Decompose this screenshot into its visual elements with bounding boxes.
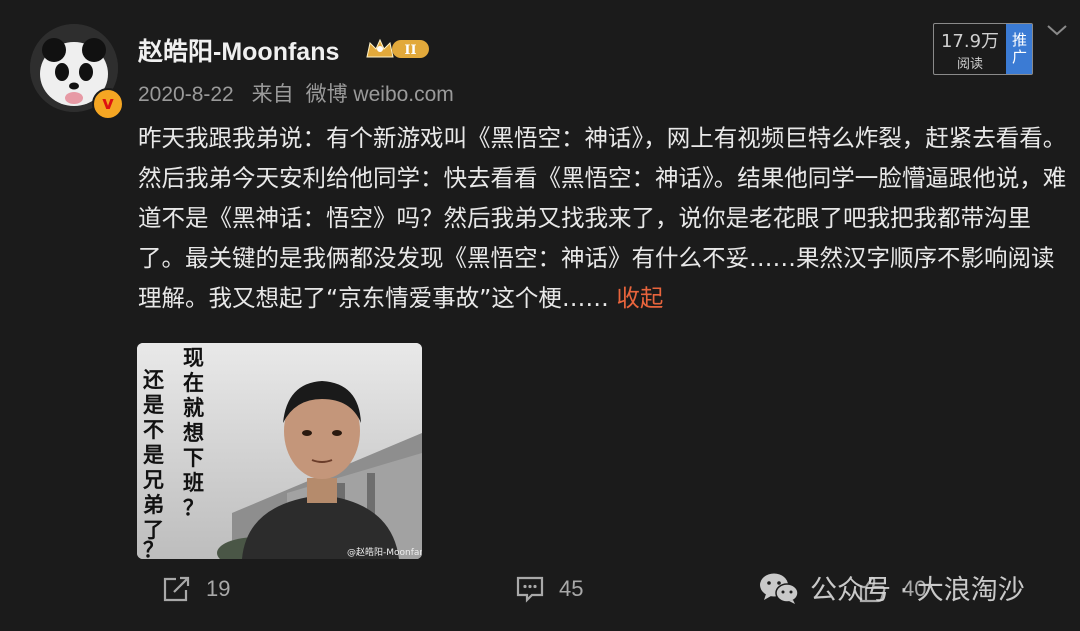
wechat-icon <box>760 573 799 604</box>
promote-button[interactable]: 推广 <box>1006 24 1032 74</box>
post-meta: 2020-8-22 来自 微博 weibo.com <box>138 78 466 108</box>
level-text: II <box>404 43 416 58</box>
read-count: 17.9万 <box>940 31 1000 52</box>
author-name[interactable]: 赵皓阳-Moonfans <box>138 32 339 68</box>
member-level-icon[interactable]: II <box>365 36 431 62</box>
post-text: 昨天我跟我弟说：有个新游戏叫《黑悟空：神话》，网上有视频巨特么炸裂，赶紧去看看。… <box>138 118 1073 318</box>
image-caption-right: 现在就想下班？ <box>183 345 204 520</box>
source-prefix: 来自 <box>251 83 294 106</box>
share-count: 19 <box>206 576 231 601</box>
post-source: 微博 weibo.com <box>305 83 454 106</box>
post-image[interactable]: 现在就想下班？ 还是不是兄弟了？ @赵皓阳-Moonfans <box>137 343 422 559</box>
post-date[interactable]: 2020-8-22 <box>138 83 234 106</box>
wechat-watermark: 公众号 · 大浪淘沙 <box>758 568 1025 607</box>
share-icon <box>163 576 190 602</box>
comment-button[interactable]: 45 <box>515 575 583 603</box>
chevron-down-icon[interactable] <box>1045 22 1069 38</box>
post-body: 昨天我跟我弟说：有个新游戏叫《黑悟空：神话》，网上有视频巨特么炸裂，赶紧去看看。… <box>138 124 1067 312</box>
share-button[interactable]: 19 <box>162 575 230 603</box>
comment-icon <box>516 576 544 603</box>
verified-badge-icon: v <box>92 88 124 120</box>
collapse-link[interactable]: 收起 <box>616 284 663 312</box>
image-caption-left: 还是不是兄弟了？ <box>142 367 165 559</box>
read-label: 阅读 <box>956 57 983 72</box>
read-count-box[interactable]: 17.9万 阅读 推广 <box>933 23 1033 75</box>
watermark-text: 公众号 · 大浪淘沙 <box>810 575 1025 606</box>
image-watermark: @赵皓阳-Moonfans <box>347 546 422 558</box>
comment-count: 45 <box>559 576 584 601</box>
